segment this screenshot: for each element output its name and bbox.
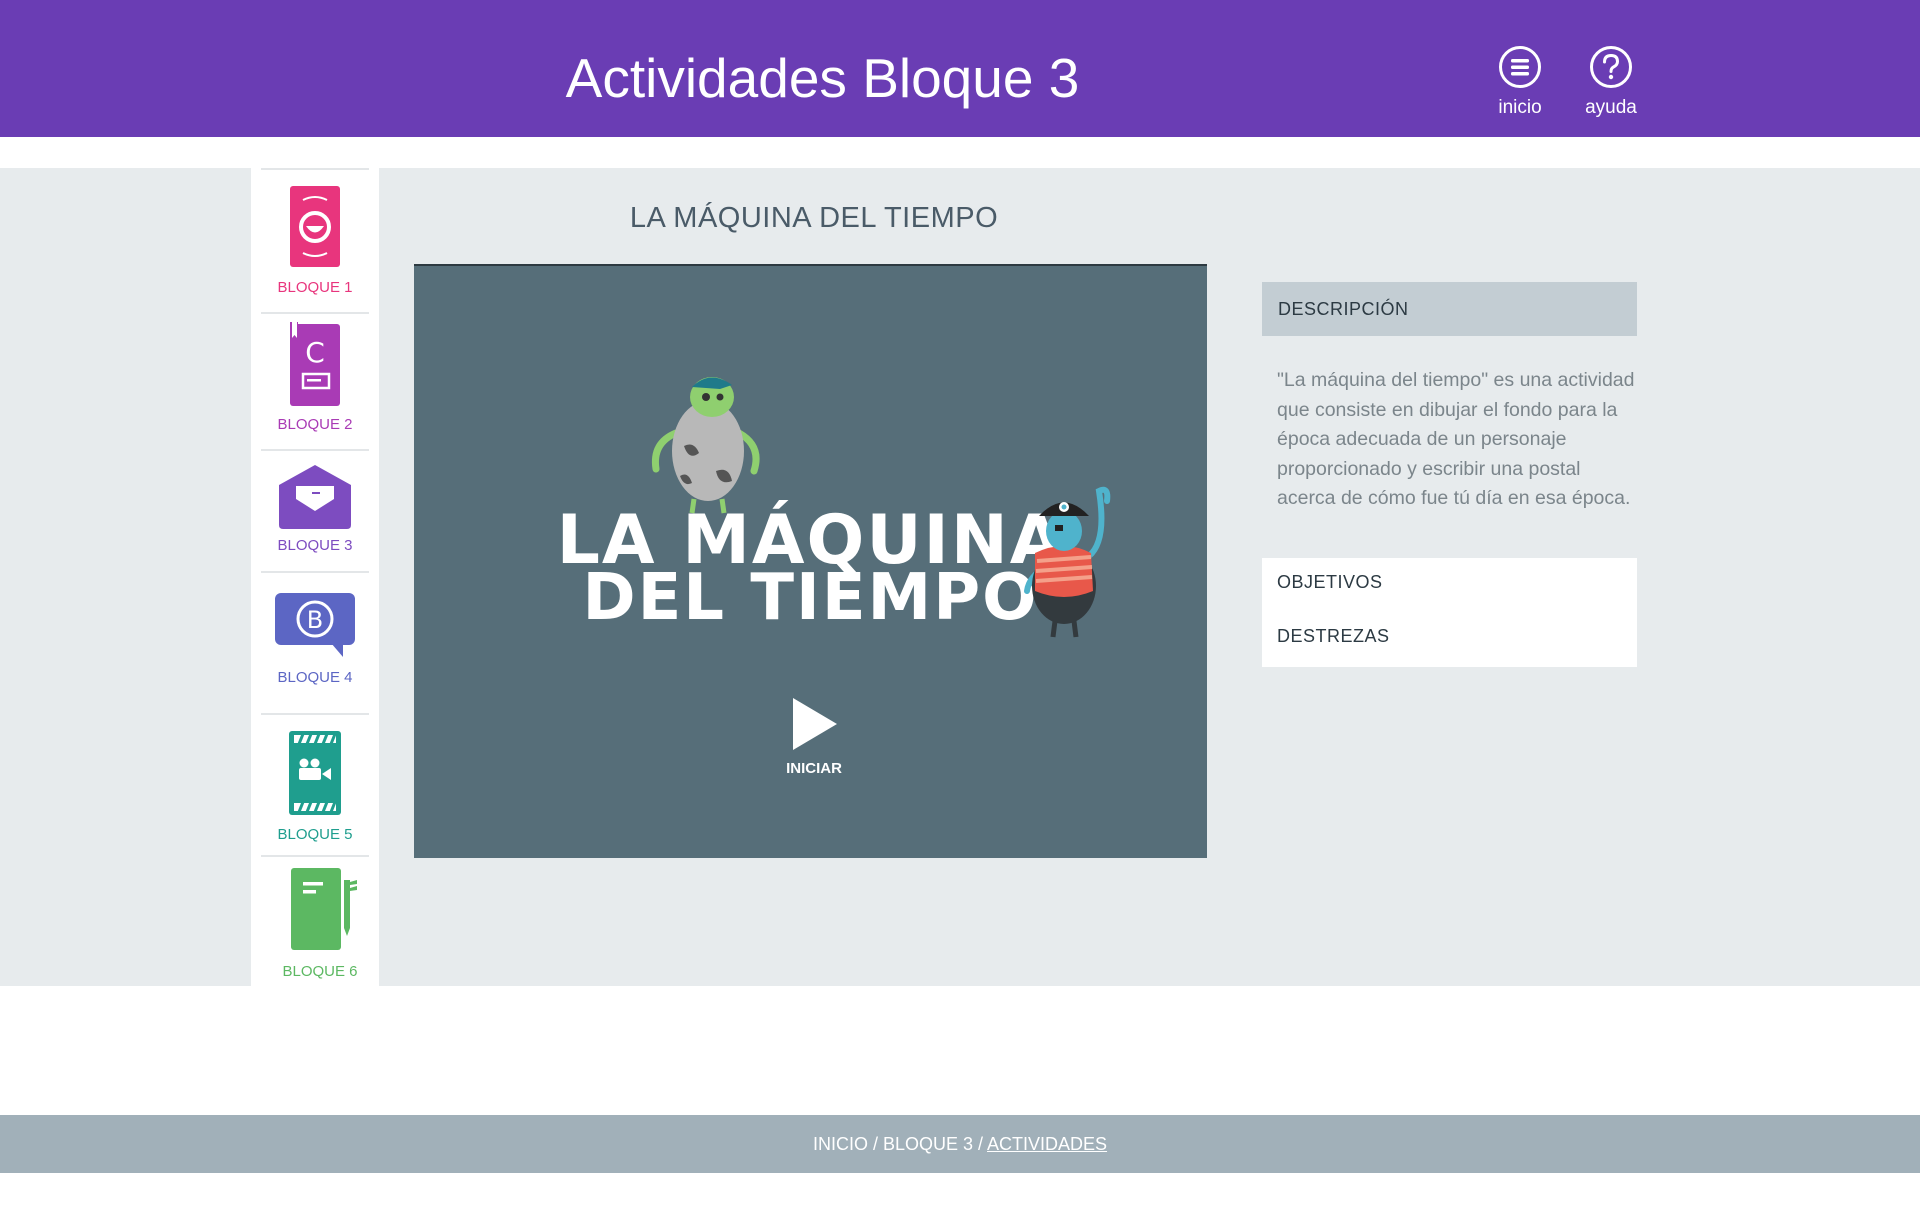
help-button[interactable]: ayuda xyxy=(1566,45,1656,119)
objectives-tab[interactable]: OBJETIVOS xyxy=(1277,572,1383,593)
breadcrumb-home[interactable]: INICIO xyxy=(813,1134,868,1154)
top-header: Actividades Bloque 3 inicio ayuda xyxy=(0,0,1920,137)
start-button[interactable]: INICIAR xyxy=(774,696,854,777)
sidebar-item-label: BLOQUE 3 xyxy=(277,537,353,554)
sidebar-item-label: BLOQUE 6 xyxy=(282,963,358,980)
play-icon xyxy=(793,698,837,750)
rock-character-illustration xyxy=(651,377,760,514)
help-button-label: ayuda xyxy=(1585,97,1637,118)
activity-player[interactable]: LA MÁQUINA DEL TIEMPO INICIAR xyxy=(414,264,1207,858)
sidebar-item-bloque-4[interactable]: B BLOQUE 4 xyxy=(261,571,369,713)
breadcrumb: INICIO / BLOQUE 3 / ACTIVIDADES xyxy=(0,1115,1920,1173)
description-text: "La máquina del tiempo" es una actividad… xyxy=(1277,369,1635,509)
svg-text:C: C xyxy=(305,336,325,369)
video-camera-clapper-icon xyxy=(289,731,341,815)
envelope-icon xyxy=(279,465,351,529)
activity-title: LA MÁQUINA DEL TIEMPO xyxy=(629,202,999,234)
breadcrumb-separator: / xyxy=(867,1134,883,1154)
face-card-icon xyxy=(290,186,340,267)
question-circle-icon xyxy=(1590,46,1632,88)
sidebar-item-bloque-2[interactable]: C BLOQUE 2 xyxy=(261,312,369,449)
info-accordion: OBJETIVOS DESTREZAS xyxy=(1262,558,1637,667)
breadcrumb-separator: / xyxy=(973,1134,988,1154)
sidebar-item-bloque-3[interactable]: BLOQUE 3 xyxy=(261,449,369,571)
sidebar-item-label: BLOQUE 2 xyxy=(277,416,353,433)
home-button[interactable]: inicio xyxy=(1475,45,1565,119)
home-button-label: inicio xyxy=(1498,97,1542,118)
letter-c-book-icon: C xyxy=(290,322,340,406)
pirate-character-illustration xyxy=(1024,486,1111,638)
notebook-pen-icon xyxy=(291,868,357,950)
sidebar-item-label: BLOQUE 4 xyxy=(277,669,353,686)
description-heading[interactable]: DESCRIPCIÓN xyxy=(1262,282,1637,336)
block-sidebar: BLOQUE 1 C BLOQUE 2 BLOQUE 3 B BLOQUE 4 xyxy=(251,168,379,986)
page-title: Actividades Bloque 3 xyxy=(565,47,1080,109)
speech-bubble-b-icon: B xyxy=(275,593,355,657)
sidebar-item-bloque-1[interactable]: BLOQUE 1 xyxy=(261,168,369,312)
breadcrumb-current[interactable]: ACTIVIDADES xyxy=(987,1134,1107,1154)
sidebar-item-bloque-5[interactable]: BLOQUE 5 xyxy=(261,713,369,855)
sidebar-item-label: BLOQUE 1 xyxy=(277,279,353,296)
sidebar-item-label: BLOQUE 5 xyxy=(277,826,353,843)
menu-circle-icon xyxy=(1499,46,1541,88)
sidebar-item-bloque-6[interactable]: BLOQUE 6 xyxy=(261,855,369,986)
skills-tab[interactable]: DESTREZAS xyxy=(1277,626,1390,647)
svg-text:B: B xyxy=(307,606,323,634)
breadcrumb-block[interactable]: BLOQUE 3 xyxy=(883,1134,973,1154)
start-button-label: INICIAR xyxy=(786,760,842,777)
